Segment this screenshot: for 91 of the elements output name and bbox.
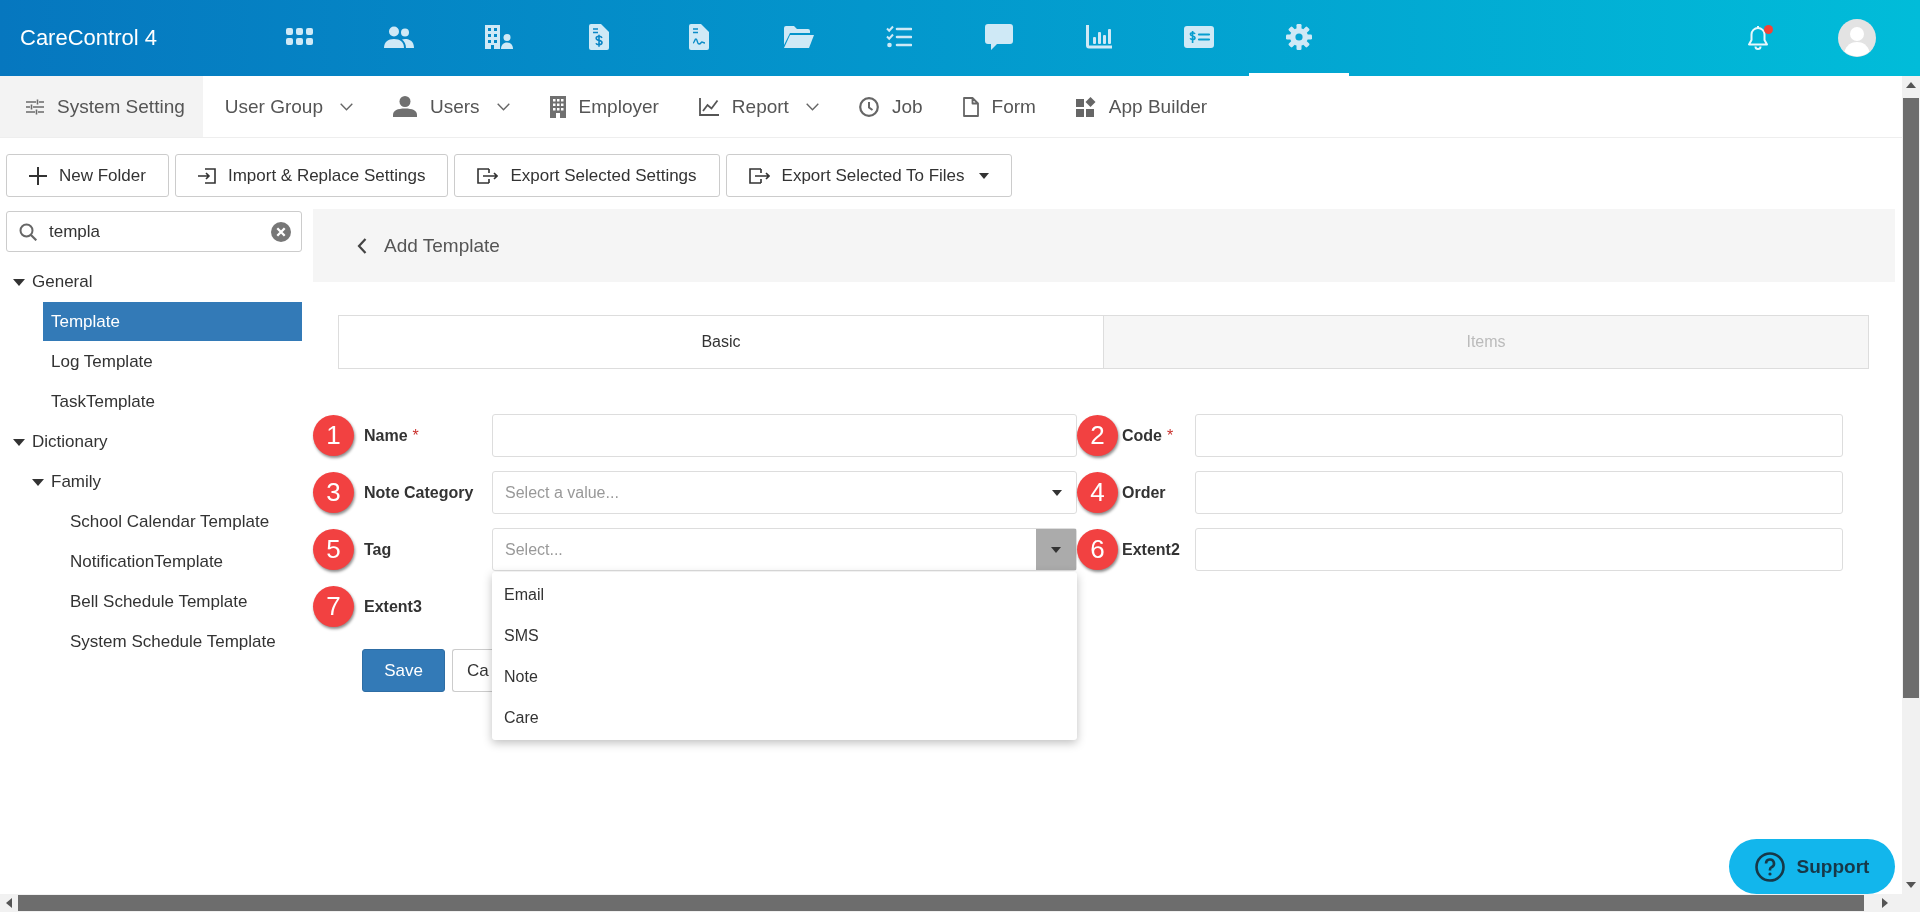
search-field[interactable]: templa xyxy=(6,211,302,252)
export-icon xyxy=(748,167,770,184)
field-label: Code xyxy=(1122,426,1162,445)
people-icon[interactable] xyxy=(384,25,414,48)
toolbar-button[interactable]: New Folder xyxy=(6,154,169,197)
scroll-left-arrow-icon[interactable] xyxy=(6,898,12,908)
dropdown-option[interactable]: Care xyxy=(492,697,1077,738)
page-icon xyxy=(962,96,979,117)
callout-number: 3 xyxy=(313,472,354,513)
text-field[interactable] xyxy=(492,414,1077,457)
nav-tab[interactable]: Job xyxy=(840,76,941,137)
signature-document-icon[interactable] xyxy=(689,23,709,50)
secondary-button[interactable]: Ca xyxy=(452,649,492,692)
nav-tab[interactable]: Employer xyxy=(531,76,677,137)
toolbar-button[interactable]: Export Selected Settings xyxy=(454,154,720,197)
nav-tab[interactable]: Report xyxy=(680,76,837,137)
scroll-right-arrow-icon[interactable] xyxy=(1882,898,1888,908)
tree-item[interactable]: General xyxy=(5,262,302,302)
tree-item[interactable]: Template xyxy=(43,302,302,341)
dropdown-option[interactable]: Note xyxy=(492,656,1077,697)
person-icon xyxy=(393,96,417,117)
field-label: Extent2 xyxy=(1122,540,1180,559)
tree-item[interactable]: Bell Schedule Template xyxy=(62,582,302,622)
callout-number: 4 xyxy=(1077,472,1118,513)
checklist-icon[interactable] xyxy=(886,24,912,49)
toolbar-button[interactable]: Import & Replace Settings xyxy=(174,154,449,197)
nav-tab[interactable]: System Setting xyxy=(0,76,203,137)
tree-item[interactable]: Log Template xyxy=(43,342,302,382)
avatar-icon[interactable] xyxy=(1838,19,1876,57)
callout-number: 6 xyxy=(1077,529,1118,570)
building-icon xyxy=(549,95,566,118)
page-title: Add Template xyxy=(384,234,500,257)
back-chevron-icon[interactable] xyxy=(357,237,367,254)
field-label: Tag xyxy=(364,540,392,559)
plus-icon xyxy=(29,166,47,185)
field-label: Order xyxy=(1122,483,1166,502)
required-asterisk: * xyxy=(412,426,419,445)
scrollbar-thumb[interactable] xyxy=(1903,98,1919,698)
folder-icon[interactable] xyxy=(784,25,814,48)
clear-icon[interactable] xyxy=(271,221,291,242)
nav-tab[interactable]: App Builder xyxy=(1057,76,1226,137)
caret-down-icon[interactable] xyxy=(13,278,25,286)
toolbar-button[interactable]: Export Selected To Files xyxy=(725,154,1012,197)
tree-item[interactable]: TaskTemplate xyxy=(43,382,302,422)
help-icon xyxy=(1754,851,1785,882)
field-label: Note Category xyxy=(364,483,474,502)
tree-item[interactable]: Family xyxy=(24,462,302,502)
line-chart-icon xyxy=(698,97,719,116)
caret-down-icon xyxy=(1052,489,1062,496)
bell-icon[interactable] xyxy=(1746,25,1770,51)
dropdown-option[interactable]: Email xyxy=(492,574,1077,615)
sliders-icon xyxy=(26,98,44,115)
nav-tab[interactable]: Users xyxy=(375,76,528,137)
tree-item[interactable]: NotificationTemplate xyxy=(62,542,302,582)
callout-number: 2 xyxy=(1077,415,1118,456)
tree-item[interactable]: School Calendar Template xyxy=(62,502,302,542)
app-title: CareControl 4 xyxy=(20,25,157,51)
callout-number: 7 xyxy=(313,586,354,627)
caret-down-icon xyxy=(1051,546,1061,553)
caret-down-icon[interactable] xyxy=(13,438,25,446)
dropdown-option[interactable]: SMS xyxy=(492,615,1077,656)
caret-down-icon[interactable] xyxy=(32,478,44,486)
clock-icon xyxy=(858,96,879,117)
field-label: Extent3 xyxy=(364,597,422,616)
callout-number: 1 xyxy=(313,415,354,456)
text-field[interactable] xyxy=(1195,471,1843,514)
apps-grid-icon[interactable] xyxy=(285,28,313,45)
required-asterisk: * xyxy=(1167,426,1174,445)
scroll-up-arrow-icon[interactable] xyxy=(1906,82,1916,88)
export-icon xyxy=(477,167,499,184)
dollar-card-icon[interactable] xyxy=(1184,25,1214,48)
primary-button[interactable]: Save xyxy=(362,649,445,692)
callout-number: 5 xyxy=(313,529,354,570)
tree-item[interactable]: Dictionary xyxy=(5,422,302,462)
nav-tab[interactable]: User Group xyxy=(206,76,371,137)
nav-tab[interactable]: Form xyxy=(944,76,1054,137)
support-button[interactable]: Support xyxy=(1729,839,1895,894)
field-label: Name xyxy=(364,426,408,445)
dropdown-toggle-button[interactable] xyxy=(1036,529,1076,570)
settings-icon[interactable] xyxy=(1286,23,1312,50)
bar-chart-icon[interactable] xyxy=(1086,24,1112,49)
dollar-document-icon[interactable] xyxy=(589,23,609,50)
text-field[interactable] xyxy=(1195,528,1843,571)
blocks-icon xyxy=(1075,96,1096,117)
import-icon xyxy=(197,167,216,184)
scroll-down-arrow-icon[interactable] xyxy=(1906,882,1916,888)
tree-item[interactable]: System Schedule Template xyxy=(62,622,302,662)
chat-bubble-icon[interactable] xyxy=(985,23,1013,50)
search-icon xyxy=(19,222,37,241)
building-person-icon[interactable] xyxy=(484,24,514,49)
text-field[interactable] xyxy=(1195,414,1843,457)
